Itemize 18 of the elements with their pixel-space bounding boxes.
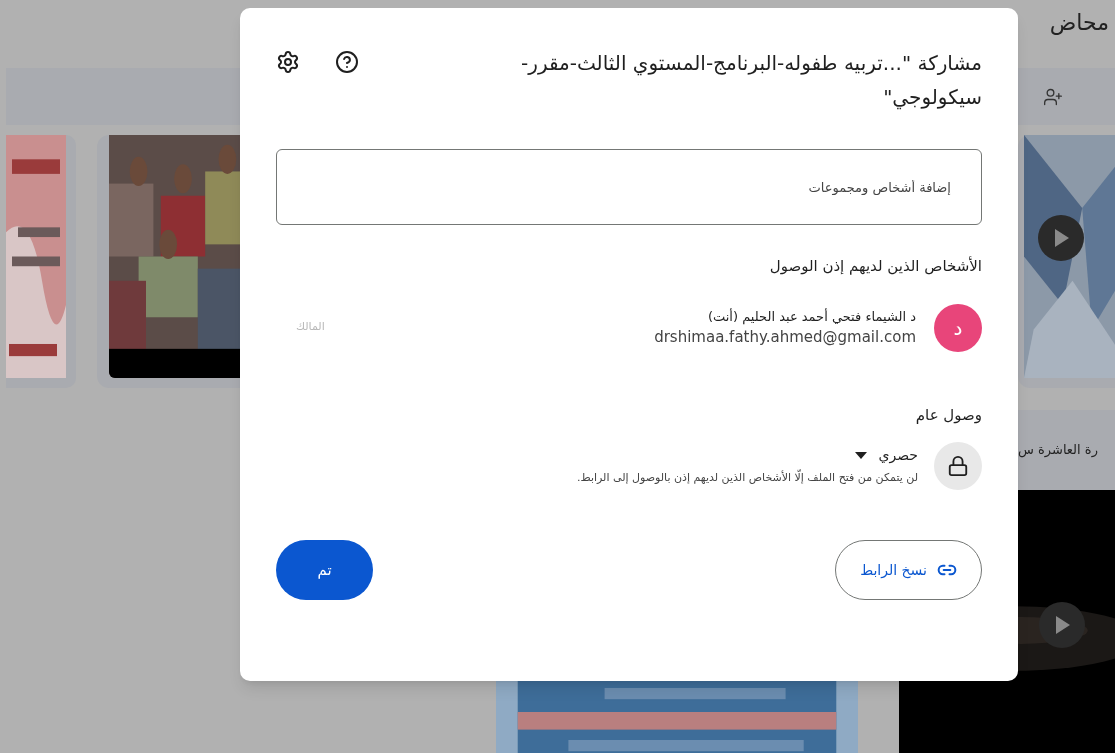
help-icon[interactable]	[335, 50, 359, 74]
lock-icon	[934, 442, 982, 490]
settings-icon[interactable]	[276, 50, 300, 74]
done-button[interactable]: تم	[276, 540, 373, 600]
file-card[interactable]: رة العاشرة س	[1018, 410, 1115, 490]
dialog-title: مشاركة "...تربيه طفوله-البرنامج-المستوي الثالث-مقرر-سيكولوجي"	[520, 50, 982, 112]
section-heading: الأشخاص الذين لديهم إذن الوصول	[768, 255, 982, 277]
person-email: drshimaa.fathy.ahmed@gmail.com	[653, 327, 916, 348]
section-heading: وصول عام	[914, 404, 982, 426]
access-description: لن يتمكن من فتح الملف إلّا الأشخاص الذين لديهم إذن بالوصول إلى الرابط.	[576, 470, 918, 487]
avatar: د	[934, 303, 982, 352]
person-name: د الشيماء فتحي أحمد عبد الحليم (أنت)	[706, 307, 916, 326]
role-label: المالك	[295, 319, 325, 336]
page-title: محاض	[1049, 9, 1109, 37]
file-title: رة العاشرة س	[1018, 441, 1099, 460]
add-person-icon[interactable]	[1043, 86, 1063, 107]
caret-icon	[854, 452, 867, 460]
access-dropdown[interactable]: حصري	[854, 445, 918, 467]
